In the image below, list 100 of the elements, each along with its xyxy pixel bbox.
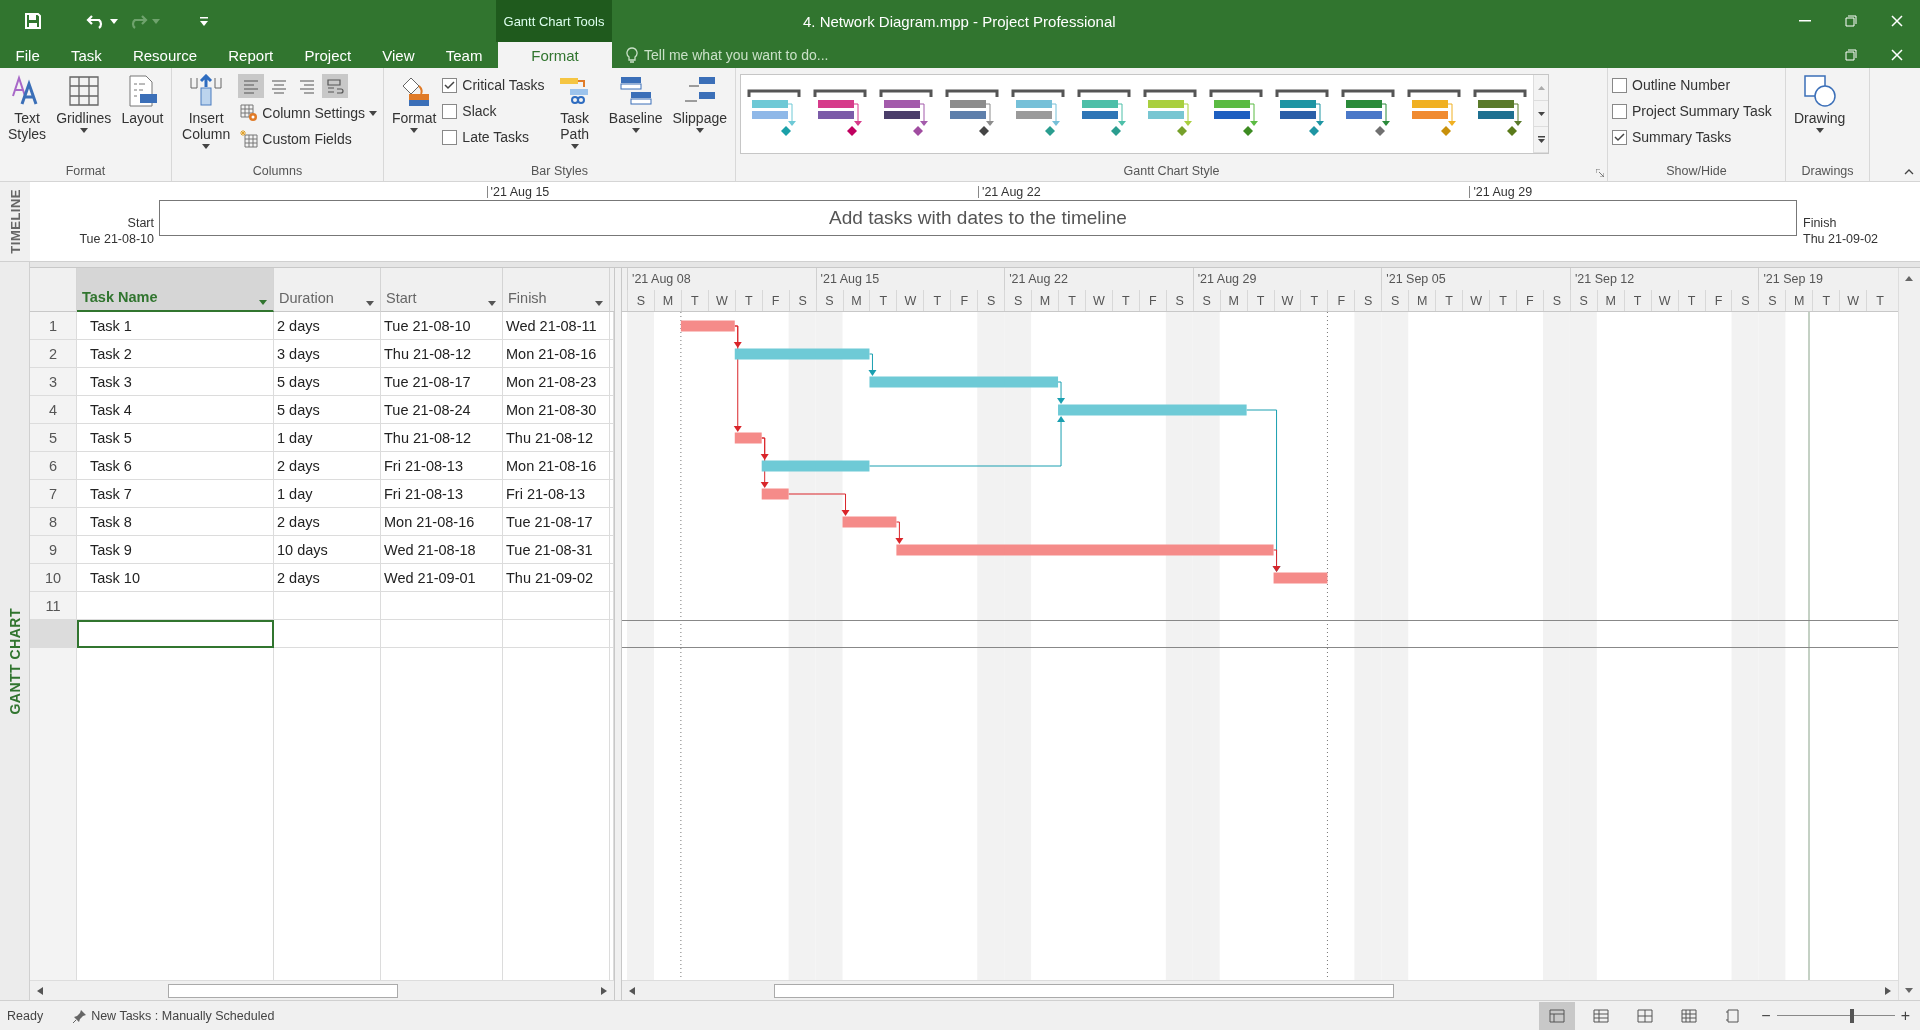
day-label: F	[771, 294, 780, 308]
pane-label: TIMELINE	[7, 189, 23, 254]
select-all-cell[interactable]	[30, 268, 77, 312]
day-label: T	[1068, 294, 1076, 308]
row-number: 1	[30, 312, 77, 340]
gallery-scroll-down-button[interactable]	[1534, 101, 1548, 127]
day-label: T	[1122, 294, 1130, 308]
status-text: Ready	[7, 1008, 44, 1023]
ribbon-tab[interactable]: Resource	[126, 42, 204, 68]
column-settings-button[interactable]: Column Settings	[238, 102, 379, 124]
window-title: 4. Network Diagram.mpp - Project Professional	[803, 12, 1116, 30]
start-cell: Tue 21-08-17	[381, 368, 503, 396]
restore-icon	[1845, 15, 1857, 27]
caret-icon	[488, 301, 496, 306]
minimize-icon	[1799, 20, 1811, 22]
column-header[interactable]: Duration	[274, 268, 381, 312]
scrollbar-thumb[interactable]	[168, 983, 398, 998]
group-label: Bar Styles	[531, 164, 588, 178]
align-left-button[interactable]	[238, 74, 265, 98]
day-label: W	[1281, 294, 1294, 308]
checkbox[interactable]	[1612, 103, 1627, 119]
task-name-cell[interactable]	[77, 592, 274, 620]
checkbox[interactable]	[442, 129, 458, 145]
timeline-bar[interactable]: Add tasks with dates to the timeline	[159, 200, 1797, 236]
task-name-cell[interactable]: Task 10	[77, 564, 274, 592]
slippage-button[interactable]: Slippage	[668, 72, 731, 156]
scrollbar-thumb[interactable]	[774, 983, 1394, 998]
new-tasks-mode[interactable]: New Tasks : Manually Scheduled	[91, 1008, 275, 1023]
finish-cell: Mon 21-08-16	[503, 340, 610, 368]
task-name-cell[interactable]: Task 4	[77, 396, 274, 424]
checkbox[interactable]	[1612, 77, 1627, 93]
view-shortcut-button[interactable]	[1539, 1001, 1576, 1030]
dependency-arrow	[1057, 381, 1066, 404]
save-button[interactable]	[22, 10, 44, 32]
day-label: S	[825, 294, 834, 308]
task-name-cell[interactable]	[77, 620, 274, 648]
ribbon-tab[interactable]: File	[9, 42, 46, 68]
task-name-cell[interactable]: Task 2	[77, 340, 274, 368]
ribbon-tab[interactable]: Task	[64, 42, 108, 68]
ribbon-tab[interactable]: Project	[298, 42, 358, 68]
wrap-text-button[interactable]	[322, 74, 349, 98]
shape-drawing-button[interactable]: Drawing	[1790, 72, 1850, 156]
text-styles-button[interactable]: Text Styles	[4, 72, 51, 156]
duration-cell: 1 day	[274, 480, 381, 508]
task-name-cell[interactable]: Task 3	[77, 368, 274, 396]
caret-icon	[152, 18, 160, 24]
task-name-cell[interactable]: Task 5	[77, 424, 274, 452]
group-label: Columns	[252, 164, 303, 178]
week-label: '21 Aug 29	[1197, 272, 1257, 286]
task-name-cell[interactable]: Task 8	[77, 508, 274, 536]
day-label: F	[1337, 294, 1346, 308]
gridlines-button[interactable]: Gridlines	[52, 72, 116, 156]
caret-icon	[1537, 111, 1545, 116]
task-bar[interactable]	[734, 432, 762, 444]
gallery-more-button[interactable]	[1534, 127, 1548, 153]
week-label: '21 Aug 15	[820, 272, 880, 286]
insert-column-icon	[189, 74, 224, 108]
day-label: T	[1256, 294, 1265, 308]
checkbox[interactable]	[442, 77, 458, 93]
layout-button[interactable]: Layout	[117, 72, 168, 156]
ribbon-tab[interactable]: Report	[222, 42, 280, 68]
tell-me-field[interactable]: Tell me what you want to do...	[642, 46, 906, 64]
insert-column-button[interactable]: Insert Column	[176, 72, 237, 156]
finish-cell: Tue 21-08-17	[503, 508, 610, 536]
column-header[interactable]: Finish	[503, 268, 610, 312]
dialog-launcher-icon[interactable]	[1596, 169, 1604, 177]
task-path-button[interactable]: Task Path	[546, 72, 603, 156]
column-header[interactable]: Start	[381, 268, 503, 312]
day-label: S	[1741, 294, 1750, 308]
checkbox[interactable]	[442, 103, 458, 119]
task-name-cell[interactable]: Task 9	[77, 536, 274, 564]
day-label: T	[1687, 294, 1696, 308]
task-name-cell[interactable]: Task 6	[77, 452, 274, 480]
week-label: '21 Aug 22	[1009, 272, 1068, 286]
day-label: W	[1847, 294, 1860, 308]
day-label: W	[1658, 294, 1671, 308]
day-label: T	[1633, 294, 1642, 308]
caret-icon	[595, 301, 603, 306]
customize-toolbar-button[interactable]	[198, 14, 210, 28]
zoom-in-button[interactable]: +	[1898, 1006, 1912, 1025]
column-header[interactable]: Task Name	[77, 268, 274, 312]
baseline-button[interactable]: Baseline	[604, 72, 667, 156]
ribbon-tab[interactable]: View	[376, 42, 421, 68]
custom-fields-button[interactable]: Custom Fields	[238, 128, 379, 150]
row-number: 6	[30, 452, 77, 480]
task-bar[interactable]	[761, 488, 789, 500]
collapse-ribbon-icon[interactable]	[1904, 169, 1914, 175]
zoom-out-button[interactable]: −	[1759, 1006, 1773, 1025]
ribbon-tab[interactable]: Team	[439, 42, 489, 68]
checkbox-label: Outline Number	[1632, 77, 1731, 93]
checkbox[interactable]	[1612, 129, 1627, 145]
finish-cell: Wed 21-08-11	[503, 312, 610, 340]
task-name-cell[interactable]: Task 7	[77, 480, 274, 508]
task-name-cell[interactable]: Task 1	[77, 312, 274, 340]
start-cell: Thu 21-08-12	[381, 424, 503, 452]
ribbon-tab[interactable]: Format	[498, 42, 612, 68]
custom-fields-icon	[240, 130, 259, 148]
paint-bucket-button[interactable]: Format	[388, 72, 441, 156]
finish-cell: Thu 21-08-12	[503, 424, 610, 452]
timescale-label: '21 Aug 29	[1469, 186, 1533, 198]
